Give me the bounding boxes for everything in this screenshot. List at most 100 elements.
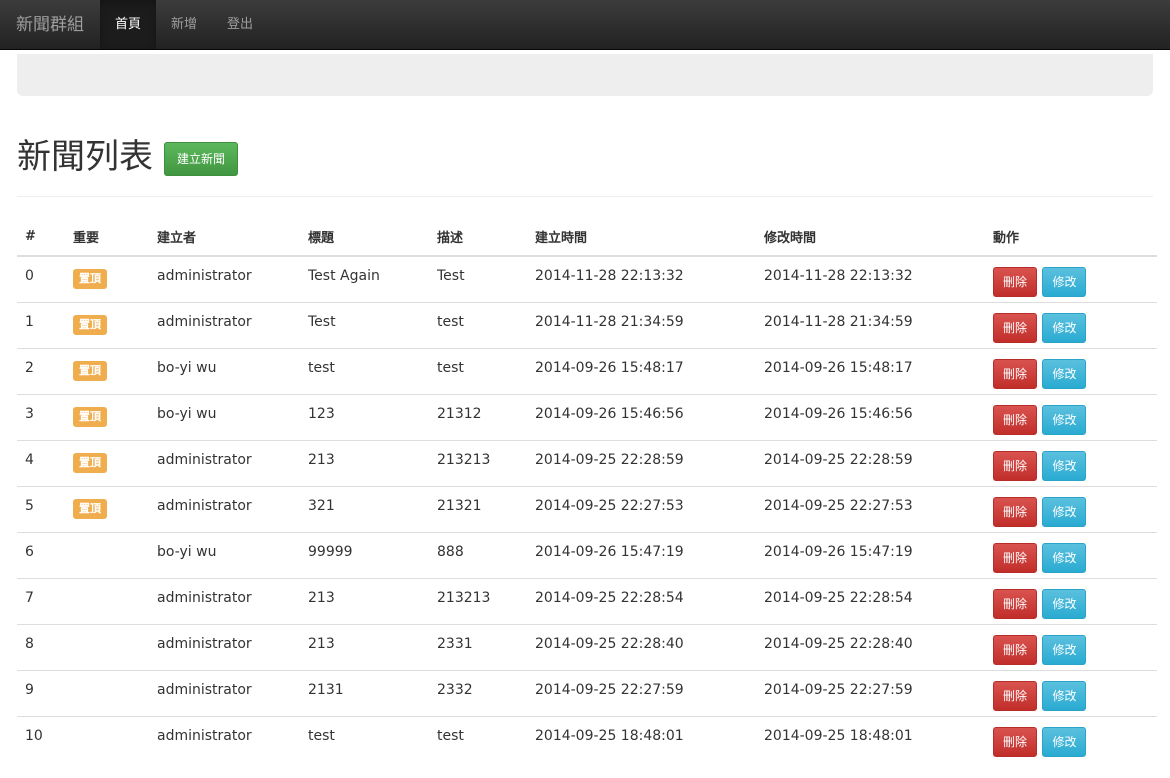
row-description: 2332: [429, 669, 527, 716]
row-important-cell: [65, 577, 149, 624]
nav-item-home[interactable]: 首頁: [100, 0, 157, 49]
row-description: test: [429, 715, 527, 762]
edit-button[interactable]: 修改: [1042, 680, 1087, 711]
pinned-badge: 置頂: [73, 269, 107, 289]
row-created-time: 2014-11-28 22:13:32: [527, 255, 756, 302]
row-modified-time: 2014-09-25 22:28:59: [756, 439, 985, 486]
row-title: Test: [300, 301, 429, 348]
pinned-badge: 置頂: [73, 452, 107, 473]
row-important-cell: [65, 715, 149, 762]
delete-button[interactable]: 刪除: [993, 358, 1038, 389]
delete-button[interactable]: 刪除: [993, 588, 1038, 619]
pinned-badge: 置頂: [73, 360, 107, 381]
pinned-badge: 置頂: [73, 498, 107, 519]
row-index: 10: [17, 715, 65, 762]
brand-link[interactable]: 新聞群組: [0, 0, 100, 49]
row-created-time: 2014-09-25 22:28:59: [527, 439, 756, 486]
edit-button[interactable]: 修改: [1042, 588, 1087, 619]
row-actions: 刪除 修改: [985, 301, 1157, 348]
row-index: 5: [17, 485, 65, 532]
row-title: 2131: [300, 669, 429, 716]
row-title: Test Again: [300, 255, 429, 302]
delete-button[interactable]: 刪除: [993, 542, 1038, 573]
row-title: 321: [300, 485, 429, 532]
row-author: administrator: [149, 439, 300, 486]
row-actions: 刪除 修改: [985, 623, 1157, 670]
pinned-badge: 置頂: [73, 406, 107, 427]
delete-button[interactable]: 刪除: [993, 267, 1038, 297]
row-modified-time: 2014-09-25 22:27:53: [756, 485, 985, 532]
column-header-author: 建立者: [149, 217, 300, 257]
row-title: 213: [300, 577, 429, 624]
edit-button[interactable]: 修改: [1042, 312, 1087, 343]
delete-button[interactable]: 刪除: [993, 450, 1038, 481]
nav-item-logout[interactable]: 登出: [212, 0, 268, 49]
row-important-cell: 置頂: [65, 347, 149, 394]
table-row: 1 置頂 administrator Test test 2014-11-28 21:34…: [17, 301, 1157, 348]
row-modified-time: 2014-09-25 18:48:01: [756, 715, 985, 762]
edit-button[interactable]: 修改: [1042, 634, 1087, 665]
row-title: 213: [300, 623, 429, 670]
row-actions: 刪除 修改: [985, 439, 1157, 486]
delete-button[interactable]: 刪除: [993, 634, 1038, 665]
table-header-row: # 重要 建立者 標題 描述 建立時間 修改時間 動作: [17, 217, 1157, 257]
row-created-time: 2014-09-26 15:48:17: [527, 347, 756, 394]
top-navbar: 新聞群組 首頁 新增 登出: [0, 0, 1170, 50]
row-author: bo-yi wu: [149, 347, 300, 394]
jumbotron-panel: [17, 54, 1153, 96]
row-modified-time: 2014-09-26 15:48:17: [756, 347, 985, 394]
column-header-important: 重要: [65, 217, 149, 257]
column-header-modified: 修改時間: [756, 217, 985, 257]
column-header-actions: 動作: [985, 217, 1157, 257]
edit-button[interactable]: 修改: [1042, 450, 1087, 481]
row-description: 2331: [429, 623, 527, 670]
nav-item-add[interactable]: 新增: [156, 0, 212, 49]
row-index: 1: [17, 301, 65, 348]
row-index: 6: [17, 531, 65, 578]
row-title: 213: [300, 439, 429, 486]
table-row: 4 置頂 administrator 213 213213 2014-09-25 22:2…: [17, 439, 1157, 486]
delete-button[interactable]: 刪除: [993, 404, 1038, 435]
news-table: # 重要 建立者 標題 描述 建立時間 修改時間 動作 0 置頂 administr…: [17, 217, 1157, 762]
create-news-button[interactable]: 建立新聞: [164, 142, 239, 176]
edit-button[interactable]: 修改: [1042, 404, 1087, 435]
row-modified-time: 2014-09-25 22:28:54: [756, 577, 985, 624]
row-description: test: [429, 347, 527, 394]
table-body: 0 置頂 administrator Test Again Test 2014-11-28…: [17, 255, 1157, 762]
row-description: 888: [429, 531, 527, 578]
edit-button[interactable]: 修改: [1042, 726, 1087, 757]
table-row: 0 置頂 administrator Test Again Test 2014-11-28…: [17, 255, 1157, 302]
row-actions: 刪除 修改: [985, 485, 1157, 532]
edit-button[interactable]: 修改: [1042, 358, 1087, 389]
table-row: 8 administrator 213 2331 2014-09-25 22:28:40…: [17, 623, 1157, 670]
row-created-time: 2014-09-25 22:28:54: [527, 577, 756, 624]
delete-button[interactable]: 刪除: [993, 726, 1038, 757]
row-created-time: 2014-09-25 18:48:01: [527, 715, 756, 762]
row-created-time: 2014-09-26 15:46:56: [527, 393, 756, 440]
edit-button[interactable]: 修改: [1042, 496, 1087, 527]
row-modified-time: 2014-09-26 15:46:56: [756, 393, 985, 440]
delete-button[interactable]: 刪除: [993, 312, 1038, 343]
delete-button[interactable]: 刪除: [993, 680, 1038, 711]
delete-button[interactable]: 刪除: [993, 496, 1038, 527]
row-modified-time: 2014-11-28 21:34:59: [756, 301, 985, 348]
row-actions: 刪除 修改: [985, 347, 1157, 394]
row-author: administrator: [149, 623, 300, 670]
row-created-time: 2014-09-26 15:47:19: [527, 531, 756, 578]
column-header-created: 建立時間: [527, 217, 756, 257]
column-header-title: 標題: [300, 217, 429, 257]
row-created-time: 2014-09-25 22:28:40: [527, 623, 756, 670]
edit-button[interactable]: 修改: [1042, 542, 1087, 573]
row-important-cell: [65, 669, 149, 716]
table-row: 9 administrator 2131 2332 2014-09-25 22:27:5…: [17, 669, 1157, 716]
row-created-time: 2014-09-25 22:27:59: [527, 669, 756, 716]
row-index: 8: [17, 623, 65, 670]
row-title: 99999: [300, 531, 429, 578]
row-description: 21312: [429, 393, 527, 440]
row-important-cell: [65, 531, 149, 578]
row-created-time: 2014-11-28 21:34:59: [527, 301, 756, 348]
row-title: 123: [300, 393, 429, 440]
table-row: 3 置頂 bo-yi wu 123 21312 2014-09-26 15:46:56 20…: [17, 393, 1157, 440]
row-index: 2: [17, 347, 65, 394]
edit-button[interactable]: 修改: [1042, 267, 1087, 297]
